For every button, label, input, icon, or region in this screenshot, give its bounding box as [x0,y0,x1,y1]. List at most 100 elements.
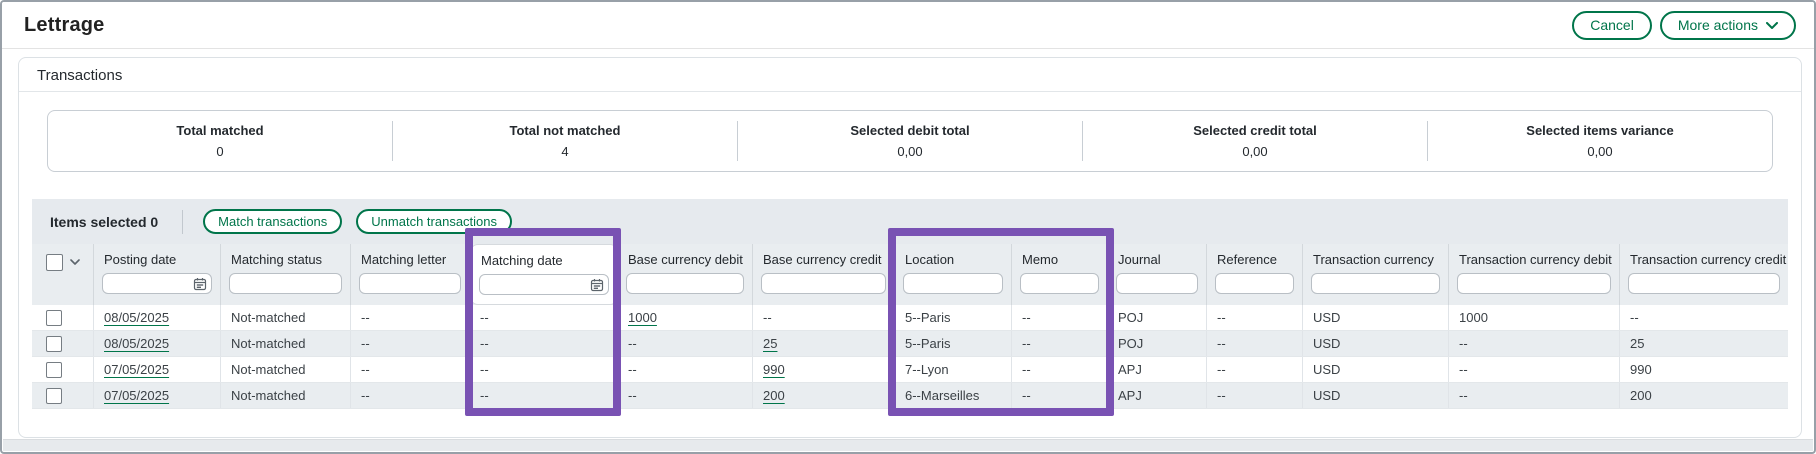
cell-matching-date: -- [470,305,618,330]
table-row: 08/05/2025 Not-matched -- -- -- 25 5--Pa… [32,331,1788,357]
cell-base-currency-credit: 25 [753,331,895,356]
cell-matching-letter: -- [351,305,470,330]
select-menu-chevron-down-icon[interactable] [70,259,80,265]
cell-transaction-currency-debit: -- [1449,383,1620,408]
cell-reference: -- [1207,305,1303,330]
row-checkbox[interactable] [46,336,62,352]
filter-posting-date-input[interactable] [102,273,212,294]
cell-matching-status: Not-matched [221,383,351,408]
row-select-cell [32,331,94,356]
transactions-section-title: Transactions [19,58,1801,84]
cell-base-currency-debit: 1000 [618,305,753,330]
cell-location: 5--Paris [895,331,1012,356]
cell-journal: APJ [1108,357,1207,382]
cell-matching-letter: -- [351,383,470,408]
summary-label: Total matched [176,123,263,138]
cell-posting-date: 07/05/2025 [94,383,221,408]
base-credit-link[interactable]: 990 [763,362,785,377]
cell-journal: POJ [1108,331,1207,356]
row-select-cell [32,357,94,382]
cell-transaction-currency: USD [1303,331,1449,356]
more-actions-button[interactable]: More actions [1660,11,1796,40]
row-checkbox[interactable] [46,310,62,326]
cell-transaction-currency-credit: 25 [1620,331,1788,356]
summary-value: 0 [216,144,223,159]
cell-matching-letter: -- [351,357,470,382]
horizontal-scrollbar[interactable] [3,439,1813,451]
filter-journal-input[interactable] [1116,273,1198,294]
filter-memo-input[interactable] [1020,273,1099,294]
cell-base-currency-debit: -- [618,357,753,382]
summary-value: 4 [561,144,568,159]
filter-reference-input[interactable] [1215,273,1294,294]
cell-location: 5--Paris [895,305,1012,330]
lettrage-page: Lettrage Cancel More actions Transaction… [0,0,1816,454]
cell-transaction-currency-credit: -- [1620,305,1788,330]
cell-memo: -- [1012,383,1108,408]
summary-selected-debit-total: Selected debit total 0,00 [738,111,1082,171]
filter-transaction-currency-credit-input[interactable] [1628,273,1780,294]
filter-transaction-currency-debit-input[interactable] [1457,273,1611,294]
cell-matching-date: -- [470,383,618,408]
cell-matching-status: Not-matched [221,357,351,382]
table-row: 07/05/2025 Not-matched -- -- -- 200 6--M… [32,383,1788,409]
row-select-cell [32,305,94,330]
filter-matching-date-input[interactable] [479,274,609,295]
posting-date-link[interactable]: 07/05/2025 [104,388,169,403]
row-checkbox[interactable] [46,362,62,378]
match-transactions-button[interactable]: Match transactions [203,209,342,234]
cancel-button[interactable]: Cancel [1572,11,1652,40]
summary-label: Selected credit total [1193,123,1317,138]
cancel-button-label: Cancel [1590,17,1634,33]
cell-matching-status: Not-matched [221,331,351,356]
filter-matching-letter-input[interactable] [359,273,461,294]
column-header-matching-letter: Matching letter [351,244,470,305]
cell-reference: -- [1207,383,1303,408]
summary-value: 0,00 [1242,144,1267,159]
unmatch-transactions-button[interactable]: Unmatch transactions [356,209,512,234]
section-divider [19,91,1801,92]
table-header-row: Posting date Matching status Matching le… [32,244,1788,305]
cell-reference: -- [1207,331,1303,356]
column-header-matching-status: Matching status [221,244,351,305]
cell-base-currency-credit: 200 [753,383,895,408]
cell-transaction-currency-credit: 990 [1620,357,1788,382]
unmatch-transactions-label: Unmatch transactions [371,214,497,229]
cell-matching-status: Not-matched [221,305,351,330]
cell-base-currency-credit: 990 [753,357,895,382]
base-credit-link[interactable]: 25 [763,336,777,351]
filter-location-input[interactable] [903,273,1003,294]
summary-label: Selected debit total [850,123,969,138]
column-header-reference: Reference [1207,244,1303,305]
cell-base-currency-debit: -- [618,383,753,408]
select-all-checkbox[interactable] [46,254,63,271]
posting-date-link[interactable]: 08/05/2025 [104,336,169,351]
cell-transaction-currency: USD [1303,357,1449,382]
column-header-journal: Journal [1108,244,1207,305]
cell-memo: -- [1012,331,1108,356]
posting-date-link[interactable]: 08/05/2025 [104,310,169,325]
cell-transaction-currency-debit: -- [1449,331,1620,356]
cell-reference: -- [1207,357,1303,382]
filter-transaction-currency-input[interactable] [1311,273,1440,294]
transactions-table: Items selected 0 Match transactions Unma… [32,199,1788,409]
cell-matching-date: -- [470,331,618,356]
title-bar-actions: Cancel More actions [1572,11,1796,40]
base-credit-link[interactable]: 200 [763,388,785,403]
summary-value: 0,00 [897,144,922,159]
chevron-down-icon [1766,22,1778,29]
filter-matching-status-input[interactable] [229,273,342,294]
filter-base-currency-credit-input[interactable] [761,273,886,294]
filter-base-currency-debit-input[interactable] [626,273,744,294]
base-debit-link[interactable]: 1000 [628,310,657,325]
summary-value: 0,00 [1587,144,1612,159]
posting-date-link[interactable]: 07/05/2025 [104,362,169,377]
row-checkbox[interactable] [46,388,62,404]
summary-panel: Total matched 0 Total not matched 4 Sele… [47,110,1773,172]
items-selected-count: Items selected 0 [50,214,158,230]
cell-posting-date: 08/05/2025 [94,331,221,356]
page-title: Lettrage [24,14,105,37]
cell-memo: -- [1012,357,1108,382]
cell-journal: POJ [1108,305,1207,330]
cell-location: 7--Lyon [895,357,1012,382]
